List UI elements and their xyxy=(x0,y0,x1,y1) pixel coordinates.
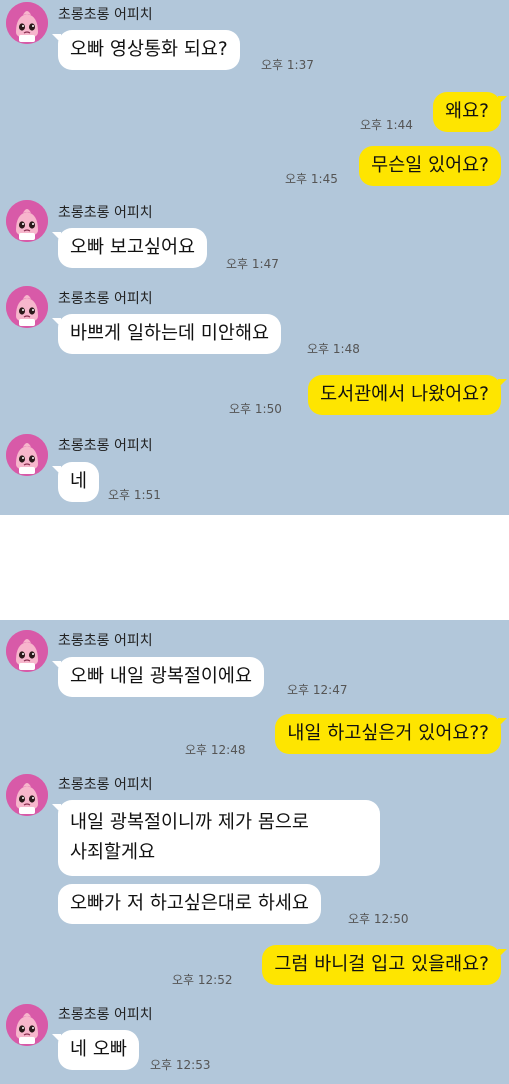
sender-name: 초롱초롱 어피치 xyxy=(58,777,153,793)
message-bubble-incoming[interactable]: 네 오빠 xyxy=(58,1030,139,1070)
bubble-tail xyxy=(52,1034,61,1043)
apeach-avatar-icon[interactable] xyxy=(6,774,48,816)
message-bubble-incoming-multiline[interactable]: 내일 광복절이니까 제가 몸으로 사죄할게요 xyxy=(58,800,380,876)
message-line: 사죄할게요 xyxy=(70,842,156,863)
sender-name: 초롱초롱 어피치 xyxy=(58,291,153,307)
apeach-avatar-icon[interactable] xyxy=(6,1004,48,1046)
message-bubble-incoming[interactable]: 네 xyxy=(58,462,100,502)
message-bubble-incoming[interactable]: 오빠 내일 광복절이에요 xyxy=(58,657,264,697)
message-bubble-outgoing[interactable]: 무슨일 있어요? xyxy=(359,146,501,186)
bubble-tail xyxy=(52,661,61,670)
sender-name: 초롱초롱 어피치 xyxy=(58,7,153,23)
sender-name: 초롱초롱 어피치 xyxy=(58,205,153,221)
message-time: 오후 1:44 xyxy=(360,118,413,132)
message-bubble-outgoing[interactable]: 도서관에서 나왔어요? xyxy=(308,375,501,415)
bubble-tail xyxy=(498,96,507,105)
message-time: 오후 1:50 xyxy=(229,402,282,416)
apeach-avatar-icon[interactable] xyxy=(6,434,48,476)
apeach-avatar-icon[interactable] xyxy=(6,630,48,672)
bubble-tail xyxy=(52,804,61,813)
message-time: 오후 1:45 xyxy=(285,172,338,186)
message-time: 오후 1:48 xyxy=(307,342,360,356)
white-gap xyxy=(0,515,509,620)
bubble-tail xyxy=(498,718,507,727)
message-time: 오후 12:53 xyxy=(150,1058,211,1072)
bubble-tail xyxy=(498,949,507,958)
bubble-tail xyxy=(52,34,61,43)
message-bubble-incoming[interactable]: 오빠 영상통화 되요? xyxy=(58,30,240,70)
message-time: 오후 12:48 xyxy=(185,743,246,757)
bubble-tail xyxy=(52,318,61,327)
sender-name: 초롱초롱 어피치 xyxy=(58,633,153,649)
message-bubble-incoming[interactable]: 오빠가 저 하고싶은대로 하세요 xyxy=(58,884,321,924)
message-bubble-outgoing[interactable]: 내일 하고싶은거 있어요?? xyxy=(275,714,501,754)
apeach-avatar-icon[interactable] xyxy=(6,2,48,44)
chat-screenshot-2: 초롱초롱 어피치 오빠 내일 광복절이에요 오후 12:47 내일 하고싶은거 … xyxy=(0,620,509,1084)
sender-name: 초롱초롱 어피치 xyxy=(58,438,153,454)
chat-screenshot-1: 초롱초롱 어피치 오빠 영상통화 되요? 오후 1:37 왜요? 오후 1:44… xyxy=(0,0,509,515)
apeach-avatar-icon[interactable] xyxy=(6,286,48,328)
bubble-tail xyxy=(52,232,61,241)
message-bubble-incoming[interactable]: 바쁘게 일하는데 미안해요 xyxy=(58,314,281,354)
message-time: 오후 1:37 xyxy=(261,58,314,72)
message-time: 오후 1:47 xyxy=(226,257,279,271)
message-bubble-incoming[interactable]: 오빠 보고싶어요 xyxy=(58,228,208,268)
message-time: 오후 12:47 xyxy=(287,683,348,697)
message-bubble-outgoing[interactable]: 그럼 바니걸 입고 있을래요? xyxy=(262,945,501,985)
message-time: 오후 12:50 xyxy=(348,912,409,926)
bubble-tail xyxy=(498,379,507,388)
message-time: 오후 1:51 xyxy=(108,488,161,502)
message-line: 내일 광복절이니까 제가 몸으로 xyxy=(70,812,309,833)
message-bubble-outgoing[interactable]: 왜요? xyxy=(433,92,501,132)
message-time: 오후 12:52 xyxy=(172,973,233,987)
apeach-avatar-icon[interactable] xyxy=(6,200,48,242)
bubble-tail xyxy=(52,466,61,475)
sender-name: 초롱초롱 어피치 xyxy=(58,1007,153,1023)
